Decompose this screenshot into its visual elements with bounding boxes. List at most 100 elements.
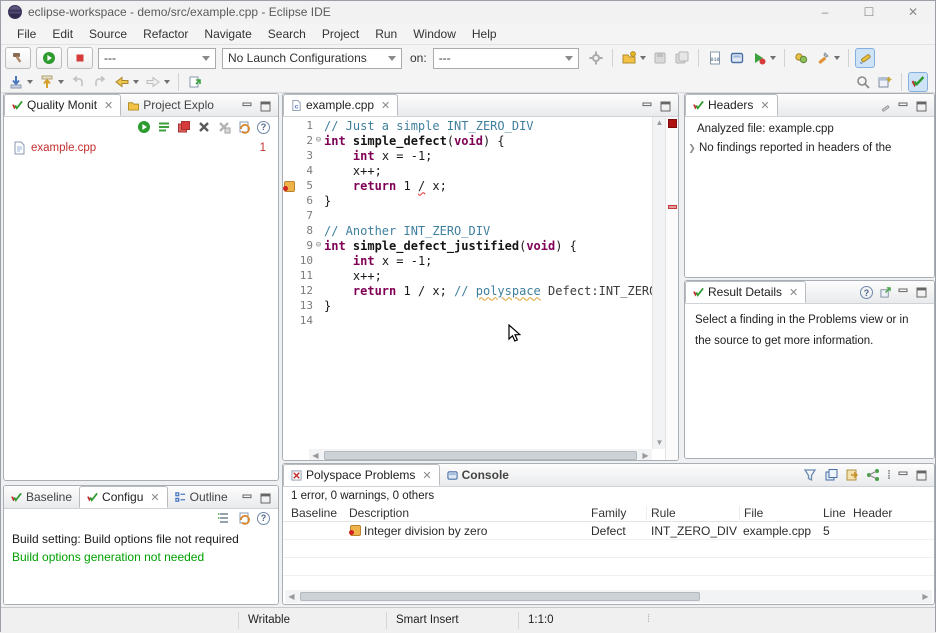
code-line[interactable]: 2⊖int simple_defect(void) { bbox=[283, 133, 652, 148]
scrollbar-thumb[interactable] bbox=[300, 592, 700, 601]
problem-row[interactable]: Integer division by zero Defect INT_ZERO… bbox=[283, 522, 934, 540]
maximize-view-icon[interactable] bbox=[660, 101, 671, 112]
menu-project[interactable]: Project bbox=[314, 27, 367, 41]
maximize-view-icon[interactable] bbox=[916, 470, 927, 481]
view-menu-icon[interactable]: ⁞ bbox=[887, 468, 891, 482]
tab-editor-example-cpp[interactable]: c example.cpp ✕ bbox=[283, 94, 398, 116]
console-view-icon[interactable] bbox=[727, 48, 747, 68]
minimize-view-icon[interactable] bbox=[898, 287, 909, 298]
back-navigation-icon[interactable] bbox=[112, 72, 132, 92]
menu-edit[interactable]: Edit bbox=[44, 27, 81, 41]
run-console-menu-caret[interactable] bbox=[770, 56, 776, 60]
refresh-configuration-icon[interactable] bbox=[237, 511, 251, 525]
import-menu-caret[interactable] bbox=[27, 80, 33, 84]
problems-table-header[interactable]: Baseline Description Family Rule File Li… bbox=[283, 504, 934, 522]
overview-ruler[interactable] bbox=[665, 117, 678, 461]
forward-navigation-caret[interactable] bbox=[164, 80, 170, 84]
column-description[interactable]: Description bbox=[345, 506, 587, 520]
code-line[interactable]: 1// Just a simple INT_ZERO_DIV bbox=[283, 118, 652, 133]
code-line[interactable]: 12 return 1 / x; // polyspace Defect:INT… bbox=[283, 283, 652, 298]
minimize-view-icon[interactable] bbox=[898, 101, 909, 112]
problems-horizontal-scrollbar[interactable]: ◀ ▶ bbox=[285, 590, 932, 603]
result-combo[interactable]: --- bbox=[98, 48, 216, 69]
menu-run[interactable]: Run bbox=[367, 27, 405, 41]
filter-icon[interactable] bbox=[803, 468, 817, 482]
fold-collapse-icon[interactable]: ⊖ bbox=[313, 133, 324, 148]
code-editor[interactable]: 1// Just a simple INT_ZERO_DIV2⊖int simp… bbox=[283, 118, 652, 449]
search-icon[interactable] bbox=[853, 72, 873, 92]
tab-console[interactable]: Console bbox=[440, 464, 516, 486]
headers-findings-row[interactable]: ❯ No findings reported in headers of the bbox=[685, 135, 934, 154]
menu-window[interactable]: Window bbox=[405, 27, 464, 41]
close-tab-icon[interactable]: ✕ bbox=[104, 99, 113, 112]
tab-quality-monitoring[interactable]: Quality Monit ✕ bbox=[4, 94, 121, 116]
code-line[interactable]: 7 bbox=[283, 208, 652, 223]
forward-history-icon[interactable] bbox=[90, 72, 110, 92]
code-line[interactable]: 10 int x = -1; bbox=[283, 253, 652, 268]
save-all-button[interactable] bbox=[672, 48, 692, 68]
last-edit-location-icon[interactable] bbox=[185, 72, 205, 92]
binary-file-icon[interactable]: 010 bbox=[705, 48, 725, 68]
maximize-window-icon[interactable]: ☐ bbox=[847, 1, 891, 23]
open-perspective-icon[interactable] bbox=[875, 72, 895, 92]
tab-baseline[interactable]: Baseline bbox=[4, 486, 79, 508]
overview-error-indicator[interactable] bbox=[668, 119, 677, 128]
column-baseline[interactable]: Baseline bbox=[283, 506, 345, 520]
code-line[interactable]: 8// Another INT_ZERO_DIV bbox=[283, 223, 652, 238]
scroll-left-icon[interactable]: ◀ bbox=[309, 449, 322, 461]
quality-monitor-file-row[interactable]: example.cpp 1 bbox=[4, 137, 278, 155]
back-history-icon[interactable] bbox=[68, 72, 88, 92]
maximize-view-icon[interactable] bbox=[916, 101, 927, 112]
reload-results-icon[interactable] bbox=[237, 120, 251, 134]
new-wizard-menu-caret[interactable] bbox=[640, 56, 646, 60]
code-line[interactable]: 4 x++; bbox=[283, 163, 652, 178]
remove-icon[interactable] bbox=[197, 120, 211, 134]
polyspace-perspective-button[interactable] bbox=[908, 72, 928, 92]
launch-settings-gear-icon[interactable] bbox=[586, 48, 606, 68]
column-file[interactable]: File bbox=[739, 506, 819, 520]
minimize-view-icon[interactable] bbox=[642, 101, 653, 112]
minimize-view-icon[interactable] bbox=[242, 493, 253, 504]
share-findings-icon[interactable] bbox=[866, 468, 880, 482]
column-header[interactable]: Header bbox=[849, 506, 909, 520]
target-combo[interactable]: --- bbox=[433, 48, 579, 69]
run-console-icon[interactable] bbox=[749, 48, 769, 68]
external-tools-icon[interactable] bbox=[813, 48, 833, 68]
column-rule[interactable]: Rule bbox=[646, 506, 739, 520]
external-tools-menu-caret[interactable] bbox=[834, 56, 840, 60]
group-by-icon[interactable] bbox=[824, 468, 838, 482]
scroll-left-icon[interactable]: ◀ bbox=[285, 590, 298, 603]
close-tab-icon[interactable]: ✕ bbox=[381, 99, 390, 112]
stop-button[interactable] bbox=[67, 47, 93, 69]
back-navigation-caret[interactable] bbox=[133, 80, 139, 84]
save-button[interactable] bbox=[650, 48, 670, 68]
profile-icon[interactable] bbox=[791, 48, 811, 68]
run-polyspace-button[interactable] bbox=[36, 47, 62, 69]
tab-configuration[interactable]: Configu ✕ bbox=[79, 486, 168, 508]
menu-refactor[interactable]: Refactor bbox=[135, 27, 196, 41]
fold-collapse-icon[interactable]: ⊖ bbox=[313, 238, 324, 253]
forward-navigation-icon[interactable] bbox=[143, 72, 163, 92]
help-icon[interactable]: ? bbox=[257, 121, 270, 134]
minimize-view-icon[interactable] bbox=[242, 101, 253, 112]
error-marker-icon[interactable] bbox=[283, 178, 296, 193]
export-menu-caret[interactable] bbox=[58, 80, 64, 84]
menu-source[interactable]: Source bbox=[81, 27, 135, 41]
maximize-view-icon[interactable] bbox=[916, 287, 927, 298]
close-window-icon[interactable]: ✕ bbox=[891, 1, 935, 23]
tab-polyspace-problems[interactable]: Polyspace Problems ✕ bbox=[283, 464, 440, 486]
tab-project-explorer[interactable]: Project Explo bbox=[121, 94, 221, 116]
configure-analysis-icon[interactable] bbox=[157, 120, 171, 134]
minimize-view-icon[interactable] bbox=[898, 470, 909, 481]
column-family[interactable]: Family bbox=[587, 506, 646, 520]
import-results-icon[interactable] bbox=[845, 468, 859, 482]
code-line[interactable]: 5 return 1 / x; bbox=[283, 178, 652, 193]
launch-configuration-combo[interactable]: No Launch Configurations bbox=[222, 48, 402, 69]
menu-help[interactable]: Help bbox=[464, 27, 505, 41]
menu-file[interactable]: File bbox=[9, 27, 44, 41]
menu-navigate[interactable]: Navigate bbox=[196, 27, 259, 41]
sort-options-icon[interactable] bbox=[217, 511, 231, 525]
close-tab-icon[interactable]: ✕ bbox=[789, 286, 798, 299]
overview-error-mark[interactable] bbox=[668, 205, 677, 209]
code-line[interactable]: 9⊖int simple_defect_justified(void) { bbox=[283, 238, 652, 253]
